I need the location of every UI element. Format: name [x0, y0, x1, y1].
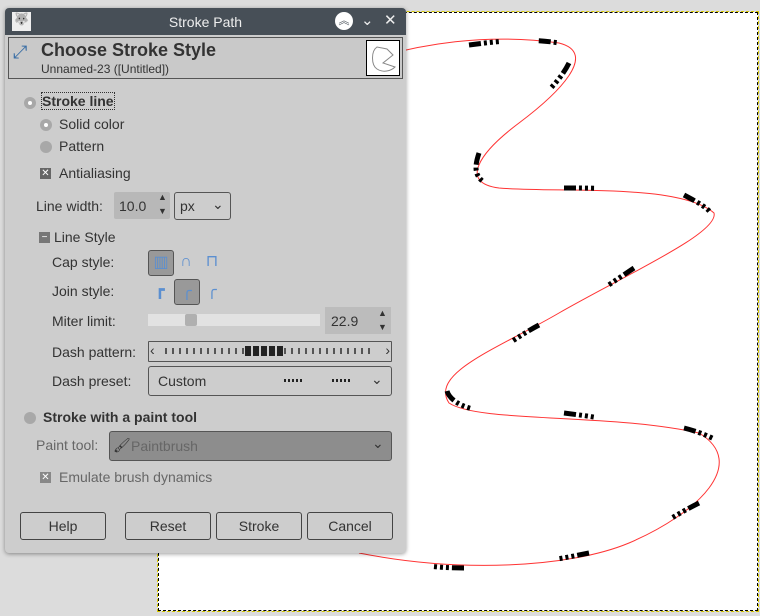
- dash-active-segments: [245, 346, 285, 356]
- join-style-label: Join style:: [52, 283, 115, 299]
- scroll-left-icon[interactable]: ‹: [150, 342, 155, 358]
- join-miter-icon[interactable]: ┏: [148, 279, 172, 303]
- decrement-icon[interactable]: ▼: [158, 206, 167, 216]
- chevron-down-icon: ⌄: [212, 196, 224, 212]
- stroke-button[interactable]: Stroke: [216, 512, 302, 540]
- cap-round-icon[interactable]: ∩: [174, 250, 198, 274]
- emulate-dynamics-checkbox[interactable]: ✕: [40, 472, 51, 483]
- pattern-label[interactable]: Pattern: [59, 138, 104, 154]
- dialog-header: ⤢ Choose Stroke Style Unnamed-23 ([Untit…: [8, 37, 403, 79]
- antialiasing-checkbox[interactable]: ✕: [40, 168, 51, 179]
- join-round-icon[interactable]: ╭: [174, 279, 200, 305]
- chevron-down-icon: ⌄: [371, 371, 383, 387]
- minimize-icon[interactable]: ⌄: [361, 11, 374, 29]
- keep-above-icon[interactable]: ︽: [335, 12, 353, 30]
- title-bar: 🐺 Stroke Path ︽ ⌄ ✕: [5, 8, 406, 35]
- solid-color-radio[interactable]: [40, 119, 52, 131]
- dash-preset-value: Custom: [158, 373, 207, 389]
- dash-preview-icon: [332, 379, 350, 382]
- cap-square-icon[interactable]: ⊓: [200, 250, 224, 274]
- stroke-line-label[interactable]: Stroke line: [41, 92, 115, 110]
- paintbrush-icon: 🖌: [113, 437, 131, 453]
- reset-button[interactable]: Reset: [125, 512, 211, 540]
- path-preview-thumbnail: [366, 40, 400, 76]
- dash-pattern-label: Dash pattern:: [52, 344, 137, 360]
- miter-limit-spinner[interactable]: 22.9 ▲ ▼: [325, 307, 391, 334]
- miter-limit-value[interactable]: 22.9: [331, 313, 358, 329]
- stroke-path-dialog: 🐺 Stroke Path ︽ ⌄ ✕ ⤢ Choose Stroke Styl…: [5, 8, 406, 553]
- emulate-dynamics-label[interactable]: Emulate brush dynamics: [59, 469, 212, 485]
- cap-butt-icon[interactable]: ▥: [148, 250, 174, 276]
- solid-color-label[interactable]: Solid color: [59, 116, 124, 132]
- close-icon[interactable]: ✕: [384, 11, 397, 29]
- paint-tool-option-label[interactable]: Stroke with a paint tool: [43, 409, 197, 425]
- slider-thumb[interactable]: [184, 314, 197, 326]
- pattern-radio[interactable]: [40, 141, 52, 153]
- chevron-down-icon: ⌄: [372, 435, 384, 451]
- line-width-value[interactable]: 10.0: [119, 198, 146, 214]
- paint-tool-value: Paintbrush: [131, 438, 198, 454]
- unit-select[interactable]: px ⌄: [174, 192, 231, 220]
- paint-tool-label: Paint tool:: [36, 437, 99, 453]
- decrement-icon[interactable]: ▼: [378, 322, 387, 332]
- scroll-right-icon[interactable]: ›: [385, 342, 390, 358]
- dash-preview-icon: [284, 379, 302, 382]
- unit-value: px: [180, 198, 195, 214]
- collapse-line-style-icon[interactable]: −: [39, 232, 50, 243]
- increment-icon[interactable]: ▲: [158, 192, 167, 202]
- paint-tool-radio[interactable]: [24, 412, 36, 424]
- dash-preset-label: Dash preset:: [52, 373, 132, 389]
- paint-tool-select[interactable]: 🖌 Paintbrush ⌄: [109, 431, 392, 461]
- dash-pattern-editor[interactable]: ‹ ›: [148, 341, 392, 362]
- antialiasing-label[interactable]: Antialiasing: [59, 165, 131, 181]
- line-width-spinner[interactable]: 10.0 ▲ ▼: [114, 192, 170, 219]
- increment-icon[interactable]: ▲: [378, 308, 387, 318]
- path-tool-icon: ⤢: [13, 42, 28, 62]
- header-subtitle: Unnamed-23 ([Untitled]): [41, 62, 170, 76]
- help-button[interactable]: Help: [20, 512, 106, 540]
- cap-style-label: Cap style:: [52, 254, 115, 270]
- line-style-label[interactable]: Line Style: [54, 229, 115, 245]
- miter-limit-label: Miter limit:: [52, 313, 116, 329]
- line-width-label: Line width:: [36, 198, 103, 214]
- cancel-button[interactable]: Cancel: [307, 512, 393, 540]
- dash-preset-select[interactable]: Custom ⌄: [148, 366, 392, 396]
- header-title: Choose Stroke Style: [41, 40, 217, 60]
- miter-limit-slider[interactable]: [148, 314, 320, 326]
- stroke-line-radio[interactable]: [24, 97, 36, 109]
- join-bevel-icon[interactable]: ╭: [200, 279, 224, 303]
